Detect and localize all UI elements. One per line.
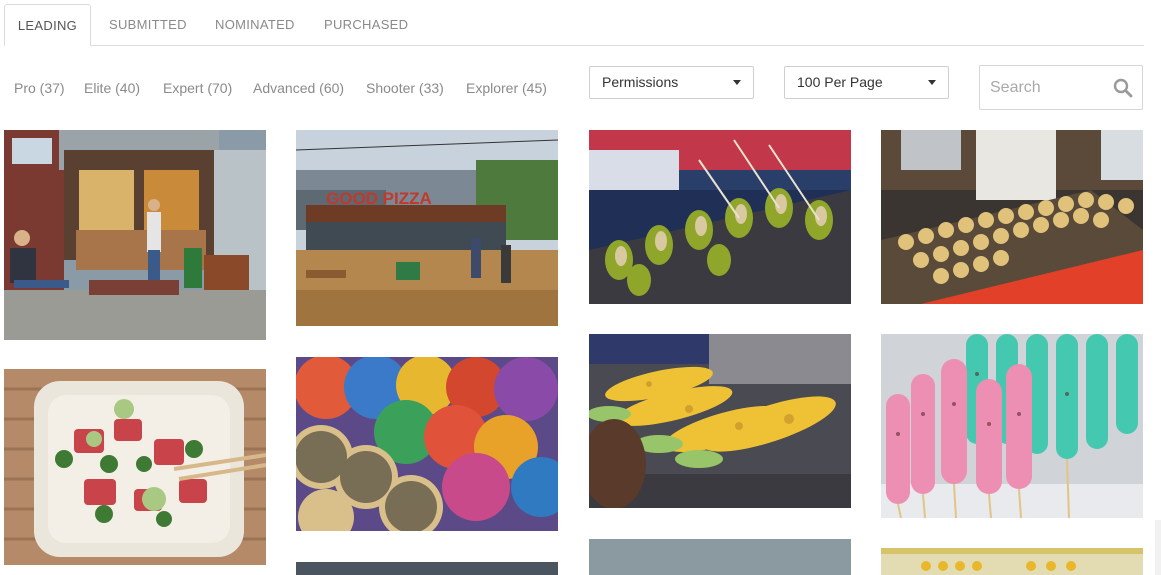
photo-sprinkle-skewers[interactable] [881,334,1143,518]
photo-cafe-storefront[interactable] [4,130,266,340]
tab-bar: LEADING SUBMITTED NOMINATED PURCHASED [4,4,1144,46]
photo-partial[interactable] [296,562,558,575]
caret-down-icon [733,80,741,85]
filter-shooter[interactable]: Shooter (33) [366,80,444,96]
tab-purchased[interactable]: PURCHASED [324,4,408,46]
svg-text:GOOD PIZZA: GOOD PIZZA [326,189,432,208]
tab-submitted[interactable]: SUBMITTED [109,4,187,46]
photo-partial[interactable] [589,539,851,575]
photo-grilled-corn[interactable] [589,334,851,508]
filter-advanced[interactable]: Advanced (60) [253,80,344,96]
search-icon[interactable] [1113,78,1133,98]
per-page-select[interactable]: 100 Per Page [784,66,949,99]
filter-explorer[interactable]: Explorer (45) [466,80,547,96]
photo-good-pizza-patio[interactable]: GOOD PIZZA [296,130,558,326]
search-input[interactable] [990,76,1108,100]
filter-expert[interactable]: Expert (70) [163,80,232,96]
search-box [979,65,1143,110]
photo-grilled-snails[interactable] [589,130,851,304]
tab-leading[interactable]: LEADING [4,4,91,46]
tab-nominated[interactable]: NOMINATED [215,4,295,46]
permissions-select[interactable]: Permissions [589,66,754,99]
scrollbar[interactable] [1155,520,1161,575]
filter-pro[interactable]: Pro (37) [14,80,65,96]
photo-rainbow-bagels[interactable] [296,357,558,531]
photo-partial[interactable] [881,548,1143,575]
permissions-select-value: Permissions [602,74,679,90]
per-page-select-value: 100 Per Page [797,74,883,90]
photo-poke-bowl[interactable] [4,369,266,565]
filter-elite[interactable]: Elite (40) [84,80,140,96]
caret-down-icon [928,80,936,85]
photo-takoyaki[interactable] [881,130,1143,304]
